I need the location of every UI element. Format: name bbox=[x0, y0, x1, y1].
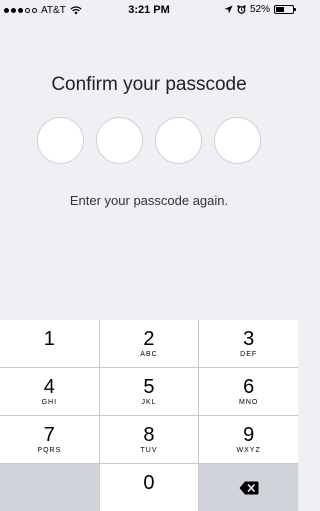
key-digit: 2 bbox=[143, 327, 155, 350]
status-right: 52% bbox=[224, 4, 296, 15]
key-digit: 5 bbox=[143, 375, 155, 398]
battery-level bbox=[276, 7, 285, 12]
number-keypad: 1 2 ABC 3 DEF 4 GHI 5 JKL 6 MNO 7 PQRS 8 bbox=[0, 320, 298, 511]
alarm-clock-icon bbox=[237, 5, 246, 14]
key-6[interactable]: 6 MNO bbox=[199, 368, 298, 415]
battery-percent: 52% bbox=[249, 4, 270, 15]
passcode-dot bbox=[37, 117, 84, 164]
key-letters: MNO bbox=[238, 398, 259, 406]
key-empty bbox=[0, 464, 99, 511]
key-digit: 9 bbox=[243, 423, 255, 446]
location-arrow-icon bbox=[224, 5, 233, 14]
key-2[interactable]: 2 ABC bbox=[99, 320, 199, 367]
key-1[interactable]: 1 bbox=[0, 320, 99, 367]
backspace-icon bbox=[239, 481, 259, 494]
key-letters: JKL bbox=[141, 398, 157, 406]
key-letters: GHI bbox=[41, 398, 58, 406]
passcode-dot bbox=[155, 117, 202, 164]
passcode-hint: Enter your passcode again. bbox=[69, 193, 229, 208]
key-digit: 0 bbox=[143, 471, 155, 494]
passcode-screen: AT&T 3:21 PM 52% Confirm your passcode E… bbox=[0, 0, 298, 511]
key-0[interactable]: 0 bbox=[99, 464, 199, 511]
page-title: Confirm your passcode bbox=[51, 74, 247, 95]
key-4[interactable]: 4 GHI bbox=[0, 368, 99, 415]
key-digit: 7 bbox=[43, 423, 55, 446]
passcode-dot bbox=[214, 117, 261, 164]
key-digit: 1 bbox=[43, 327, 55, 350]
passcode-dot bbox=[96, 117, 143, 164]
key-9[interactable]: 9 WXYZ bbox=[199, 416, 298, 463]
key-digit: 4 bbox=[43, 375, 55, 398]
key-3[interactable]: 3 DEF bbox=[199, 320, 298, 367]
key-7[interactable]: 7 PQRS bbox=[0, 416, 99, 463]
delete-key[interactable] bbox=[199, 464, 298, 511]
key-letters: ABC bbox=[140, 350, 158, 358]
key-digit: 6 bbox=[243, 375, 255, 398]
status-bar: AT&T 3:21 PM 52% bbox=[0, 0, 298, 22]
key-letters: TUV bbox=[140, 446, 158, 454]
key-letters: DEF bbox=[240, 350, 258, 358]
key-digit: 3 bbox=[243, 327, 255, 350]
key-letters: PQRS bbox=[37, 446, 62, 454]
key-5[interactable]: 5 JKL bbox=[99, 368, 199, 415]
key-digit: 8 bbox=[143, 423, 155, 446]
key-letters: WXYZ bbox=[236, 446, 261, 454]
passcode-dots bbox=[0, 117, 298, 164]
key-8[interactable]: 8 TUV bbox=[99, 416, 199, 463]
battery-icon bbox=[274, 5, 296, 14]
